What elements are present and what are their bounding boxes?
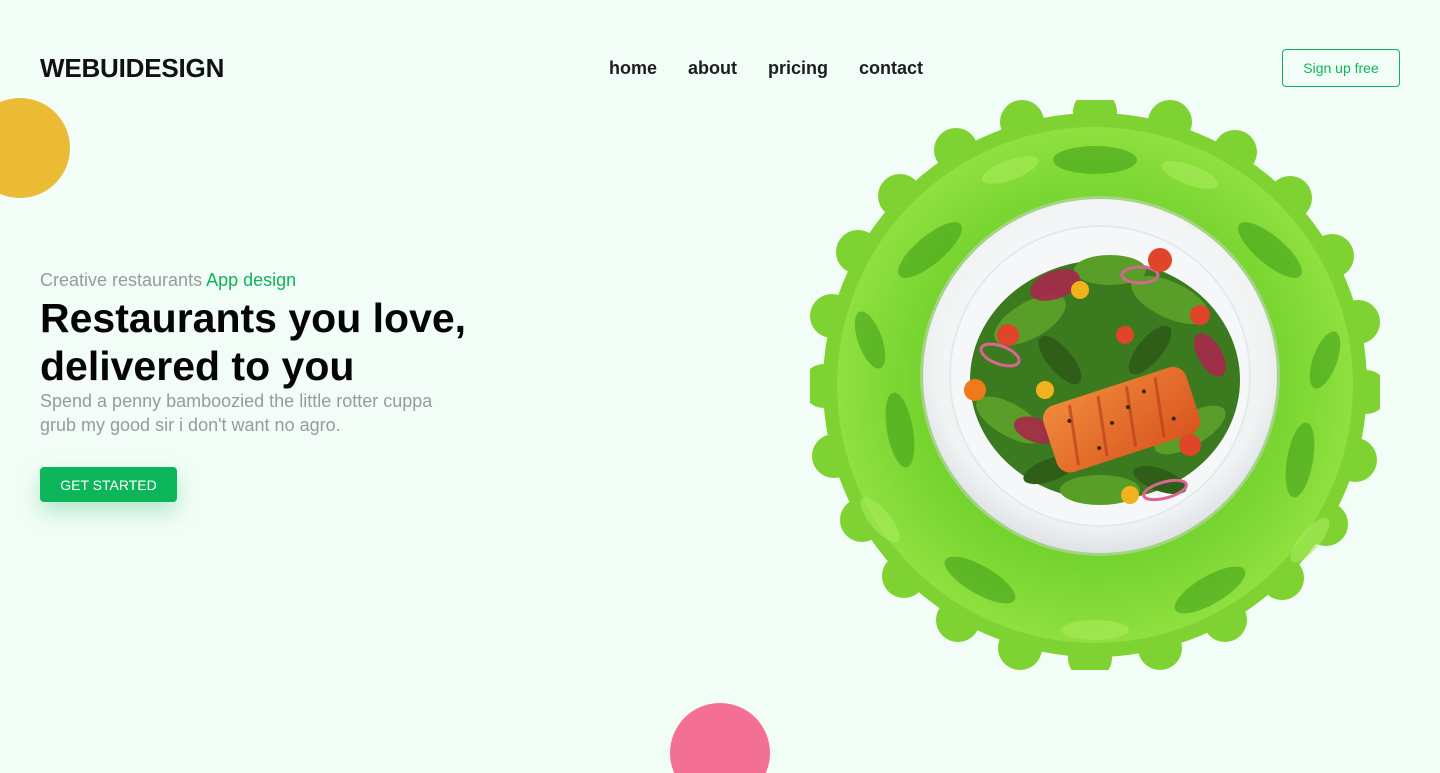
brand-logo[interactable]: WEBUIDESIGN bbox=[40, 53, 224, 84]
hero-headline: Restaurants you love, delivered to you bbox=[40, 294, 560, 390]
hero-subtitle-prefix: Creative restaurants bbox=[40, 270, 203, 290]
sign-up-button[interactable]: Sign up free bbox=[1282, 49, 1400, 87]
hero-subtitle: Creative restaurants App design bbox=[40, 270, 296, 291]
nav-item-contact[interactable]: contact bbox=[859, 58, 923, 79]
hero-subtitle-accent: App design bbox=[206, 270, 297, 290]
nav-item-about[interactable]: about bbox=[688, 58, 737, 79]
nav-item-home[interactable]: home bbox=[609, 58, 657, 79]
landing-page: WEBUIDESIGN home about pricing contact S… bbox=[0, 0, 1440, 773]
decor-yellow-circle bbox=[0, 98, 70, 198]
hero-headline-line2: delivered to you bbox=[40, 343, 355, 389]
hero-food-image bbox=[810, 100, 1380, 670]
get-started-button[interactable]: GET STARTED bbox=[40, 467, 177, 502]
salad-plate-illustration bbox=[810, 100, 1380, 670]
hero-description: Spend a penny bamboozied the little rott… bbox=[40, 391, 433, 435]
hero-headline-line1: Restaurants you love, bbox=[40, 295, 467, 341]
nav-item-pricing[interactable]: pricing bbox=[768, 58, 828, 79]
main-nav: home about pricing contact bbox=[609, 58, 923, 79]
decor-pink-circle bbox=[670, 703, 770, 773]
